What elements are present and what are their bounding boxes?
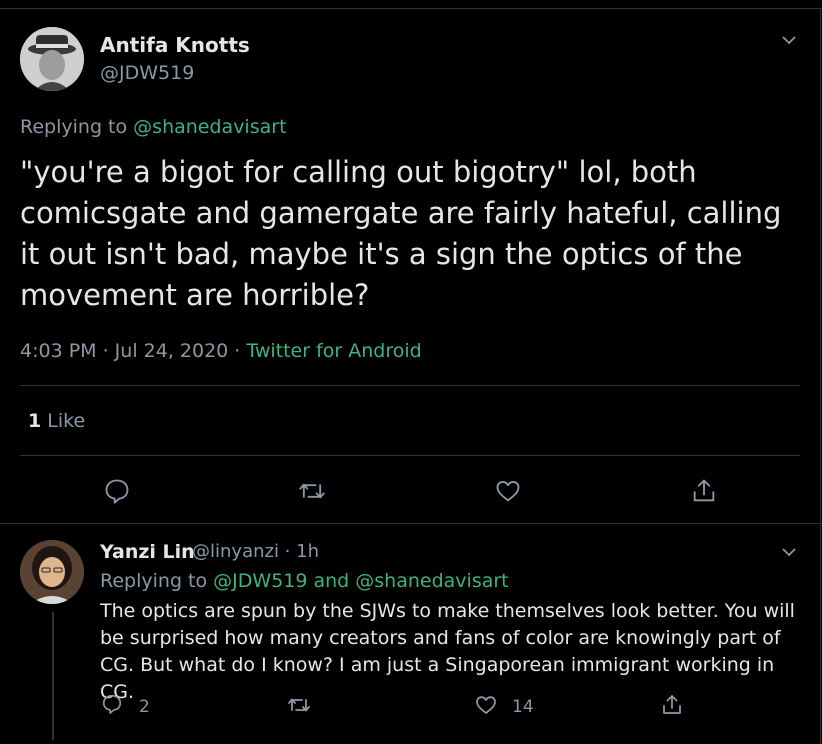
replying-prefix: Replying to (20, 116, 128, 138)
replying-to-link[interactable]: @JDW519 and @shanedavisart (213, 570, 508, 592)
divider (0, 523, 822, 524)
like-icon[interactable] (494, 477, 522, 505)
chevron-down-icon[interactable] (780, 543, 798, 561)
like-icon[interactable] (474, 693, 498, 717)
reply-author-name[interactable]: Yanzi Lin (100, 541, 195, 563)
author-name[interactable]: Antifa Knotts (100, 33, 250, 57)
avatar-image (20, 540, 84, 604)
avatar-image (20, 27, 84, 91)
chevron-down-icon[interactable] (780, 31, 798, 49)
reply-author-handle[interactable]: @linyanzi · 1h (192, 541, 319, 562)
tweet-source[interactable]: Twitter for Android (246, 340, 421, 362)
avatar[interactable] (20, 540, 84, 604)
reply-icon[interactable] (101, 693, 123, 715)
tweet-meta: 4:03 PM · Jul 24, 2020 · Twitter for And… (20, 340, 422, 362)
replying-to-line: Replying to @shanedavisart (20, 116, 287, 138)
tweet-timestamp[interactable]: 4:03 PM · Jul 24, 2020 · (20, 340, 246, 362)
like-count-row[interactable]: 1 Like (28, 410, 85, 432)
like-label: Like (47, 410, 86, 432)
divider (20, 385, 800, 386)
right-divider (820, 8, 821, 744)
reply-replying-to-line: Replying to @JDW519 and @shanedavisart (100, 570, 509, 592)
share-icon[interactable] (660, 693, 684, 717)
divider (20, 455, 800, 456)
reply-icon[interactable] (103, 477, 131, 505)
share-icon[interactable] (690, 477, 718, 505)
tweet-text: "you're a bigot for calling out bigotry"… (20, 155, 782, 312)
reply-text: The optics are spun by the SJWs to make … (100, 600, 795, 703)
top-divider (0, 8, 822, 9)
tweet-detail-view: Antifa Knotts @JDW519 Replying to @shane… (0, 0, 822, 744)
reply-count: 2 (139, 697, 150, 717)
replying-prefix: Replying to (100, 570, 208, 592)
author-handle[interactable]: @JDW519 (100, 62, 194, 84)
like-count: 1 (28, 410, 42, 432)
retweet-icon[interactable] (298, 477, 326, 505)
avatar[interactable] (20, 27, 84, 91)
like-count: 14 (512, 697, 534, 717)
thread-line (52, 612, 54, 740)
replying-to-link[interactable]: @shanedavisart (133, 116, 286, 138)
retweet-icon[interactable] (287, 693, 311, 717)
